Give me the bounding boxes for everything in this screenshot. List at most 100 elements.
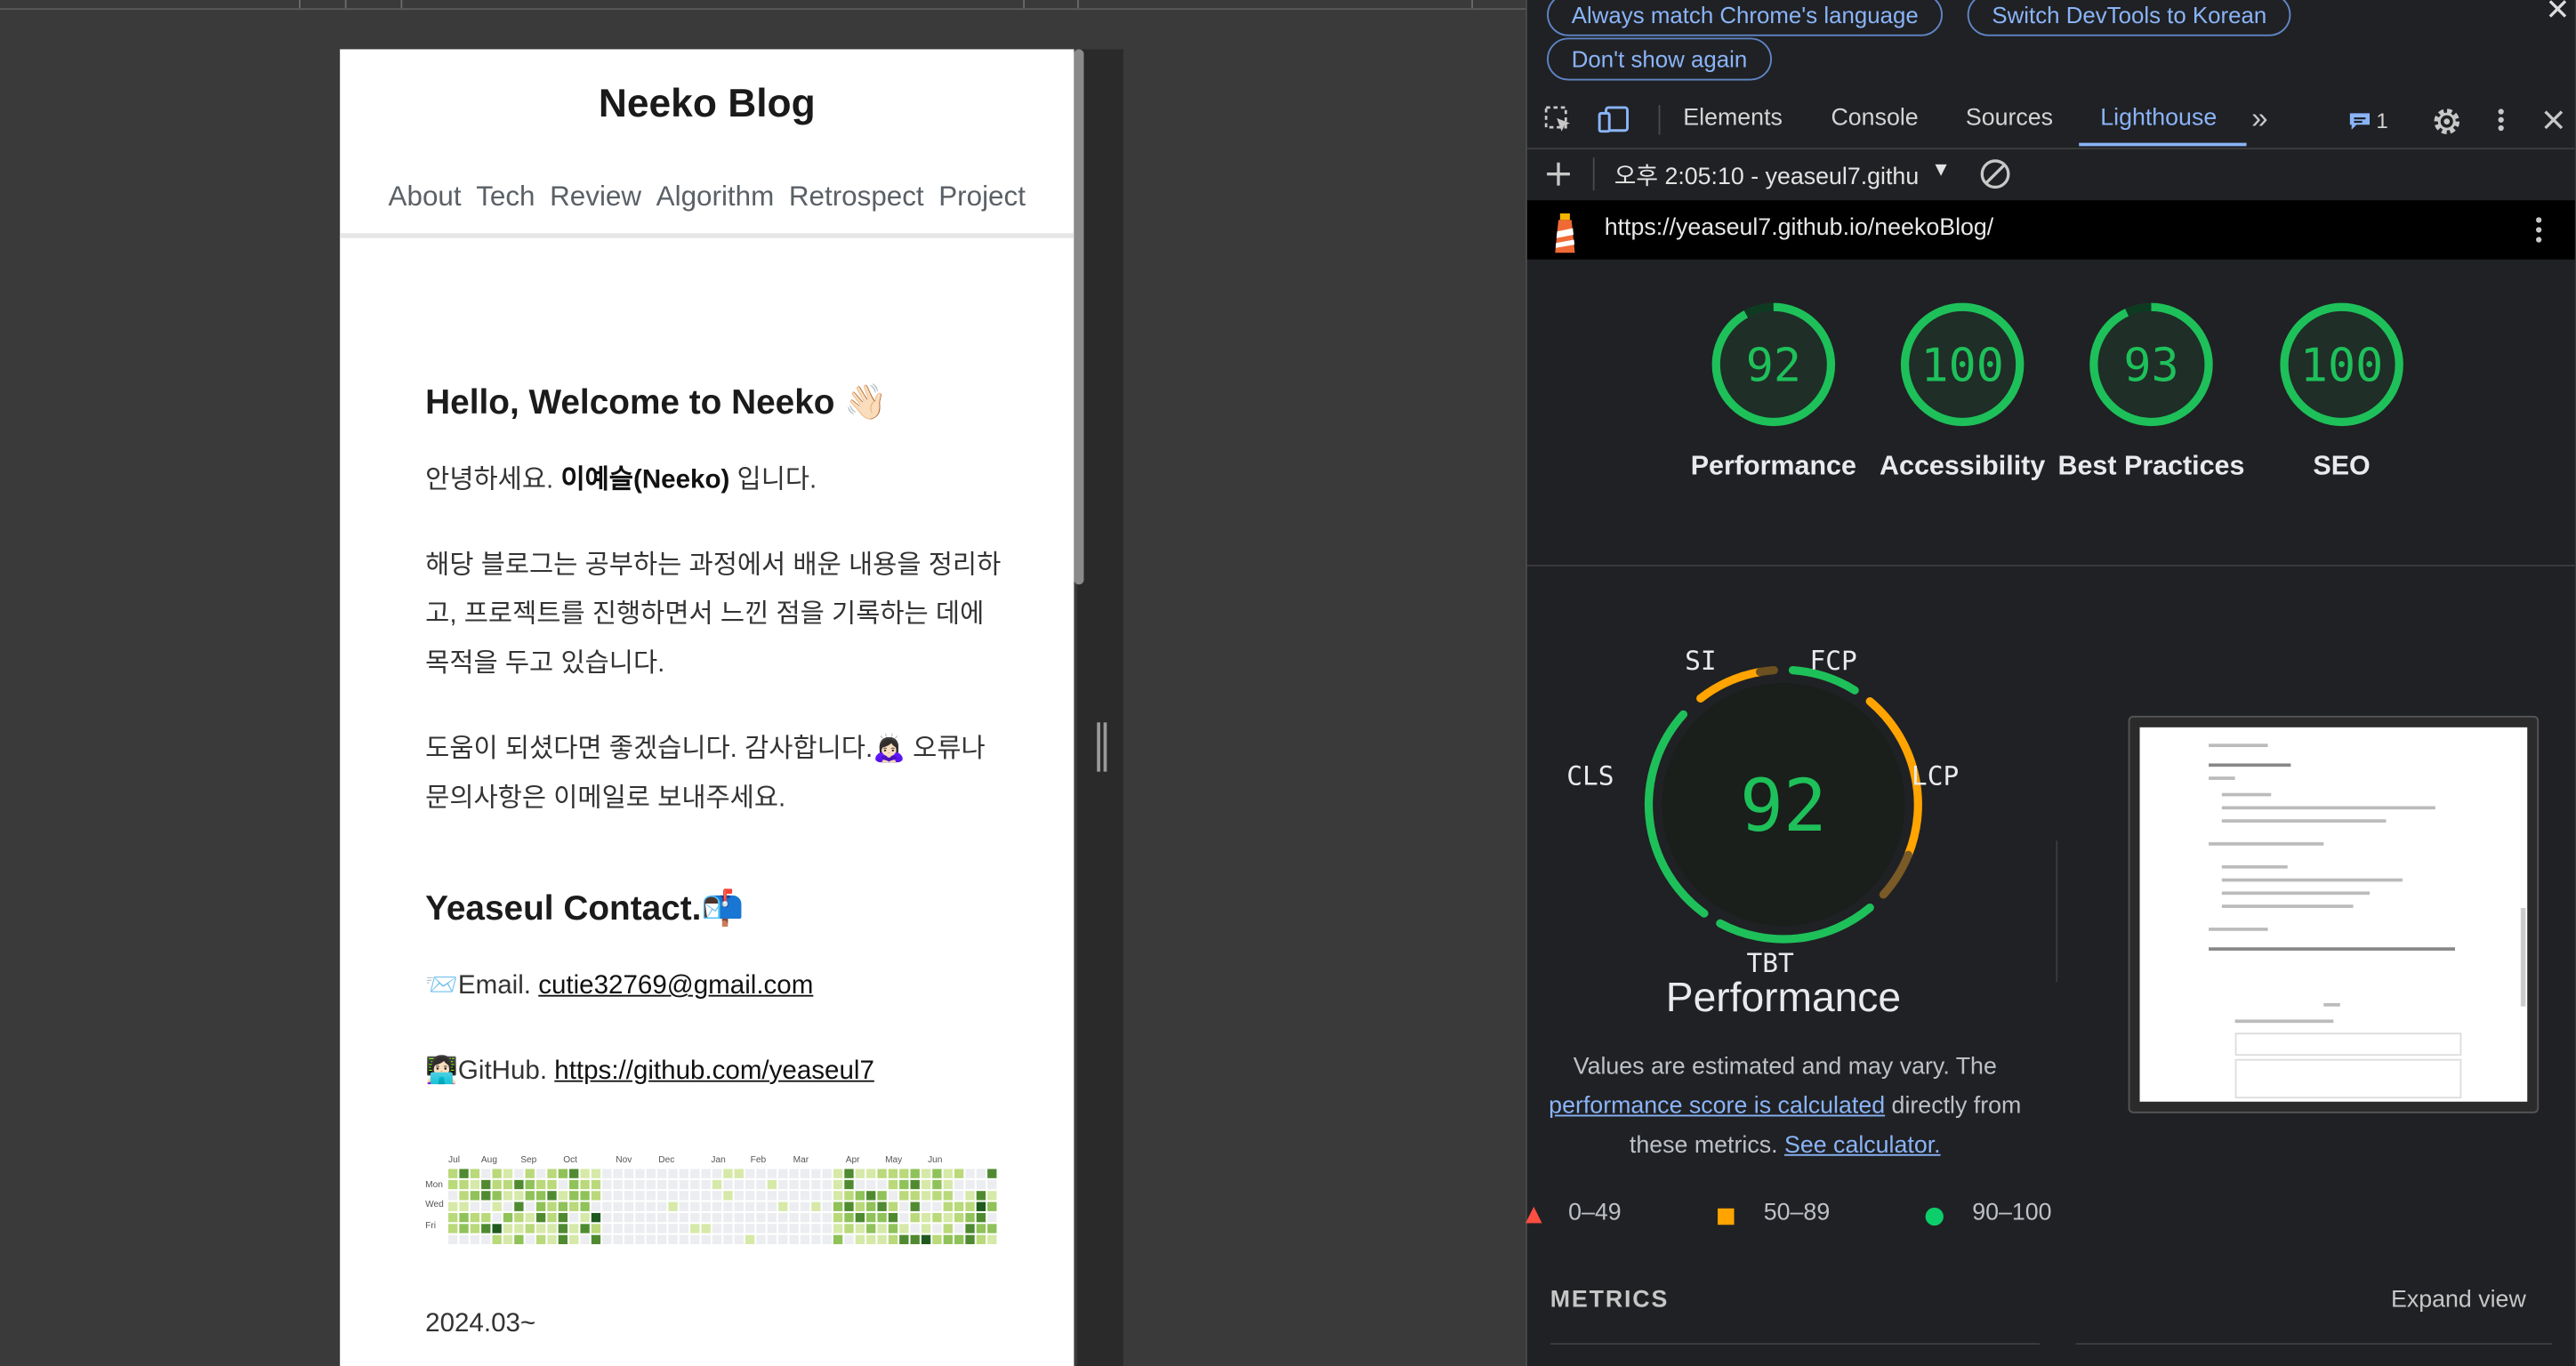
switch-korean-button[interactable]: Switch DevTools to Korean: [1967, 0, 2291, 36]
contribution-cell: [987, 1191, 997, 1201]
contribution-cell: [690, 1224, 700, 1233]
close-devtools-icon[interactable]: [2542, 108, 2565, 132]
nav-item-retrospect[interactable]: Retrospect: [789, 181, 924, 213]
issues-icon[interactable]: [2348, 112, 2371, 132]
contribution-cell: [943, 1212, 953, 1223]
contribution-cell: [481, 1169, 491, 1178]
expand-view-toggle[interactable]: Expand view: [2391, 1287, 2526, 1314]
more-tabs-icon[interactable]: »: [2251, 101, 2267, 136]
report-select[interactable]: 오후 2:05:10 - yeaseul7.githu: [1614, 157, 1919, 192]
contribution-cell: [712, 1201, 722, 1211]
github-link[interactable]: https://github.com/yeaseul7: [554, 1057, 874, 1085]
nav-item-algorithm[interactable]: Algorithm: [656, 181, 775, 213]
contribution-cell: [855, 1224, 865, 1233]
contribution-cell: [580, 1224, 590, 1233]
contribution-cell: [613, 1234, 623, 1245]
email-link[interactable]: cutie32769@gmail.com: [538, 972, 813, 1000]
nav-item-tech[interactable]: Tech: [476, 181, 535, 213]
contribution-cell: [535, 1179, 546, 1190]
score-label-performance[interactable]: Performance: [1675, 446, 1872, 486]
contribution-cell: [448, 1169, 458, 1178]
match-language-button[interactable]: Always match Chrome's language: [1547, 0, 1944, 36]
thumb-line: [2209, 776, 2235, 780]
score-label-best-practices[interactable]: Best Practices: [2053, 446, 2250, 486]
contribution-cell: [910, 1179, 920, 1190]
contribution-cell: [712, 1179, 722, 1190]
dont-show-again-button[interactable]: Don't show again: [1547, 37, 1772, 81]
report-menu-icon[interactable]: [2534, 215, 2544, 245]
nav-item-about[interactable]: About: [389, 181, 462, 213]
contribution-cell: [712, 1212, 722, 1223]
contribution-cell: [668, 1212, 678, 1223]
contribution-cell: [789, 1201, 799, 1211]
contribution-cell: [899, 1224, 909, 1233]
contact-heading: Yeaseul Contact.📬: [425, 889, 745, 928]
banner-close-icon[interactable]: ✕: [2546, 0, 2571, 28]
contribution-cell: [712, 1191, 722, 1201]
page-screenshot-thumbnail[interactable]: [2128, 715, 2540, 1113]
contribution-cell: [657, 1201, 667, 1211]
nav-item-project[interactable]: Project: [938, 181, 1026, 213]
device-toolbar-icon[interactable]: [1598, 105, 1630, 134]
intro-paragraph: 안녕하세요. 이예슬(Neeko) 입니다.: [425, 456, 1003, 505]
contribution-cell: [976, 1191, 986, 1201]
score-calculated-link[interactable]: performance score is calculated: [1549, 1094, 1885, 1121]
new-report-plus-icon[interactable]: [1545, 161, 1572, 188]
page-scrollbar[interactable]: [1074, 49, 1084, 585]
blog-page: Neeko Blog About Tech Review Algorithm R…: [340, 49, 1075, 1366]
settings-gear-icon[interactable]: [2430, 105, 2463, 138]
tab-lighthouse[interactable]: Lighthouse: [2100, 105, 2217, 132]
contribution-cell: [855, 1201, 865, 1211]
contribution-cell: [976, 1179, 986, 1190]
contribution-cell: [745, 1201, 755, 1211]
contribution-cell: [954, 1224, 964, 1233]
kebab-menu-icon[interactable]: [2496, 107, 2506, 133]
nav-item-review[interactable]: Review: [550, 181, 641, 213]
report-url[interactable]: https://yeaseul7.github.io/neekoBlog/: [1605, 215, 1994, 242]
contribution-cell: [987, 1201, 997, 1211]
contribution-cell: [591, 1234, 601, 1245]
contribution-cell: [668, 1179, 678, 1190]
contribution-cell: [448, 1224, 458, 1233]
contribution-cell: [690, 1201, 700, 1211]
thumb-line: [2209, 763, 2291, 767]
contribution-cell: [701, 1179, 711, 1190]
contribution-cell: [668, 1191, 678, 1201]
thumb-box: [2234, 1058, 2462, 1099]
graph-day-label: Mon: [425, 1180, 443, 1190]
legend-average: 50–89: [1763, 1200, 1831, 1227]
contribution-cell: [855, 1212, 865, 1223]
blog-title[interactable]: Neeko Blog: [340, 82, 1074, 128]
tab-sources[interactable]: Sources: [1966, 105, 2053, 132]
contribution-cell: [690, 1212, 700, 1223]
clear-reports-icon[interactable]: [1979, 157, 2012, 190]
intro-name: 이예슬(Neeko): [560, 466, 730, 494]
contribution-cell: [569, 1212, 579, 1223]
contribution-cell: [558, 1212, 568, 1223]
issues-count[interactable]: 1: [2376, 108, 2387, 133]
github-label: 👩🏻‍💻GitHub.: [425, 1057, 555, 1086]
tab-elements[interactable]: Elements: [1683, 105, 1783, 132]
contribution-cell: [778, 1191, 788, 1201]
score-label-accessibility[interactable]: Accessibility: [1864, 446, 2061, 486]
contribution-cell: [943, 1224, 953, 1233]
thumb-line: [2221, 864, 2288, 869]
contribution-cell: [778, 1224, 788, 1233]
graph-month-label: Sep: [520, 1155, 536, 1165]
inspect-element-icon[interactable]: [1543, 105, 1573, 134]
score-label-seo[interactable]: SEO: [2243, 446, 2441, 486]
contribution-cell: [910, 1191, 920, 1201]
device-resize-handle[interactable]: [1097, 722, 1107, 772]
lighthouse-toolbar: 오후 2:05:10 - yeaseul7.githu ▼: [1527, 151, 2575, 197]
thumb-line: [2221, 891, 2370, 896]
thumb-line: [2209, 928, 2268, 931]
contribution-cell: [943, 1191, 953, 1201]
performance-description: Values are estimated and may vary. The p…: [1541, 1048, 2030, 1166]
tab-console[interactable]: Console: [1831, 105, 1918, 132]
see-calculator-link[interactable]: See calculator.: [1784, 1133, 1941, 1160]
chevron-down-icon[interactable]: ▼: [1931, 157, 1951, 181]
contribution-cell: [756, 1212, 766, 1223]
gauge-score-accessibility: 100: [1920, 339, 2003, 392]
contribution-cell: [535, 1169, 546, 1178]
contribution-cell: [657, 1234, 667, 1245]
